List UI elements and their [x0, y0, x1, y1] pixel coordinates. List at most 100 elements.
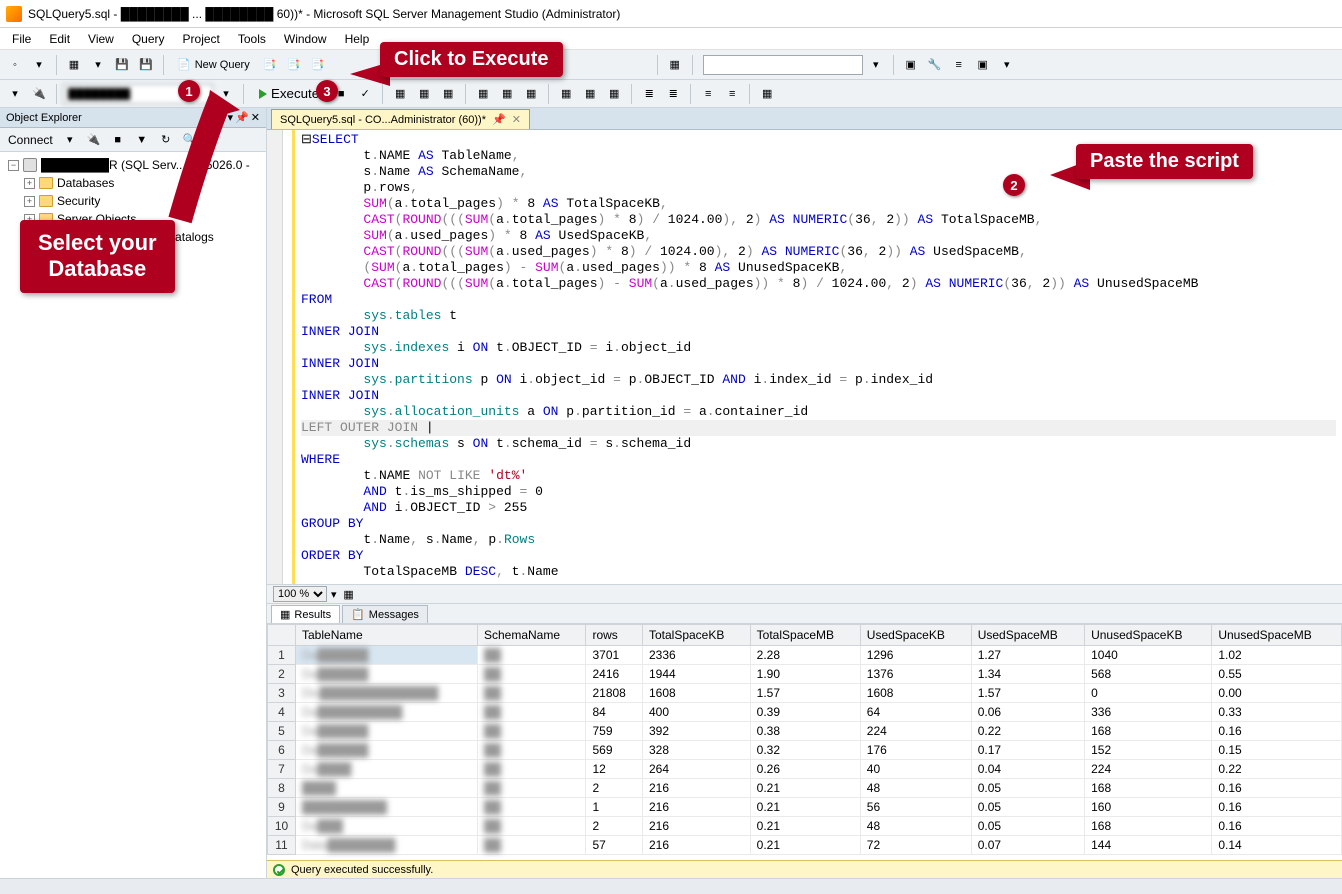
cell[interactable]: 1608	[860, 684, 971, 703]
nav-back-button[interactable]: ◦	[4, 54, 26, 76]
cell[interactable]: ████	[296, 779, 478, 798]
cell[interactable]: 160	[1085, 798, 1212, 817]
cell[interactable]: 0.00	[1212, 684, 1342, 703]
cell[interactable]: 0.33	[1212, 703, 1342, 722]
menu-view[interactable]: View	[80, 30, 122, 48]
cell[interactable]: 0.16	[1212, 798, 1342, 817]
disconnect-button[interactable]: 🔌	[83, 129, 105, 151]
cell[interactable]: 0.39	[750, 703, 860, 722]
cell[interactable]: 2	[586, 779, 643, 798]
cell[interactable]: 0.21	[750, 798, 860, 817]
cell[interactable]: 152	[1085, 741, 1212, 760]
cell[interactable]: 0.16	[1212, 722, 1342, 741]
column-header-tablename[interactable]: TableName	[296, 625, 478, 646]
close-icon[interactable]: ✕	[251, 111, 260, 124]
cell[interactable]: 0.06	[971, 703, 1084, 722]
sqlcmd-button[interactable]: ▦	[520, 83, 542, 105]
cell[interactable]: Da██████	[296, 741, 478, 760]
tool-dropdown[interactable]: ▾	[996, 54, 1018, 76]
cell[interactable]: 3701	[586, 646, 643, 665]
row-number[interactable]: 7	[268, 760, 296, 779]
cell[interactable]: 0.05	[971, 817, 1084, 836]
cell[interactable]: 57	[586, 836, 643, 855]
cell[interactable]: 0.07	[971, 836, 1084, 855]
menu-project[interactable]: Project	[175, 30, 228, 48]
document-tab-active[interactable]: SQLQuery5.sql - CO...Administrator (60))…	[271, 109, 530, 129]
cell[interactable]: Da██████	[296, 646, 478, 665]
activity-monitor-button[interactable]: ▣	[900, 54, 922, 76]
results-grid[interactable]: TableNameSchemaNamerowsTotalSpaceKBTotal…	[267, 624, 1342, 860]
cell[interactable]: 168	[1085, 779, 1212, 798]
cell[interactable]: 0.04	[971, 760, 1084, 779]
cell[interactable]: 1296	[860, 646, 971, 665]
filter-button[interactable]: ▾	[4, 83, 26, 105]
quick-launch-dropdown[interactable]: ▾	[865, 54, 887, 76]
uncomment-button[interactable]: ≣	[662, 83, 684, 105]
oe-dropdown-icon[interactable]: ▾	[228, 111, 234, 124]
results-grid-button[interactable]: ▦	[579, 83, 601, 105]
query-options-button[interactable]: ▦	[413, 83, 435, 105]
cell[interactable]: 0.15	[1212, 741, 1342, 760]
indent-button[interactable]: ≡	[697, 83, 719, 105]
cell[interactable]: 0.16	[1212, 779, 1342, 798]
table-row[interactable]: 9████████████12160.21560.051600.16	[268, 798, 1342, 817]
cell[interactable]: Da██████████	[296, 703, 478, 722]
cell[interactable]: 1.34	[971, 665, 1084, 684]
table-row[interactable]: 6Da████████5693280.321760.171520.15	[268, 741, 1342, 760]
cell[interactable]: 0.26	[750, 760, 860, 779]
split-editor-button[interactable]: ▦	[341, 586, 357, 602]
save-all-button[interactable]: 💾	[135, 54, 157, 76]
cell[interactable]: 72	[860, 836, 971, 855]
code-editor[interactable]: ⊟SELECT t.NAME AS TableName, s.Name AS S…	[267, 130, 1342, 584]
row-number[interactable]: 2	[268, 665, 296, 684]
menu-query[interactable]: Query	[124, 30, 173, 48]
table-row[interactable]: 11Data██████████572160.21720.071440.14	[268, 836, 1342, 855]
cell[interactable]: 0.32	[750, 741, 860, 760]
close-tab-icon[interactable]: ✕	[512, 113, 521, 126]
cell[interactable]: ██	[477, 817, 585, 836]
cell[interactable]: ██	[477, 798, 585, 817]
cell[interactable]: 216	[642, 798, 750, 817]
cell[interactable]: 12	[586, 760, 643, 779]
filter-oe-button[interactable]: ▼	[131, 129, 153, 151]
script-button-1[interactable]: 📑	[259, 54, 281, 76]
outdent-button[interactable]: ≡	[721, 83, 743, 105]
cell[interactable]: 1.02	[1212, 646, 1342, 665]
table-row[interactable]: 8██████22160.21480.051680.16	[268, 779, 1342, 798]
cell[interactable]: 48	[860, 817, 971, 836]
cell[interactable]: 144	[1085, 836, 1212, 855]
change-connection-button[interactable]: 🔌	[28, 83, 50, 105]
comment-button[interactable]: ≣	[638, 83, 660, 105]
code-text[interactable]: ⊟SELECT t.NAME AS TableName, s.Name AS S…	[295, 130, 1342, 584]
results-text-button[interactable]: ▦	[555, 83, 577, 105]
cell[interactable]: 216	[642, 817, 750, 836]
row-number[interactable]: 5	[268, 722, 296, 741]
cell[interactable]: ██	[477, 779, 585, 798]
menu-help[interactable]: Help	[337, 30, 378, 48]
cell[interactable]: 759	[586, 722, 643, 741]
cell[interactable]: 0.17	[971, 741, 1084, 760]
cell[interactable]: 21808	[586, 684, 643, 703]
tree-node-security[interactable]: +Security	[2, 192, 264, 210]
cell[interactable]: 264	[642, 760, 750, 779]
cell[interactable]: 56	[860, 798, 971, 817]
cell[interactable]: ██	[477, 760, 585, 779]
bottom-scrollbar[interactable]	[0, 878, 1342, 894]
results-tab[interactable]: ▦ Results	[271, 605, 340, 623]
estimated-plan-button[interactable]: ▦	[389, 83, 411, 105]
tool-button-2[interactable]: ≡	[948, 54, 970, 76]
tree-server-node[interactable]: − ████████R (SQL Serv...3.0.5026.0 -	[2, 156, 264, 174]
cell[interactable]: 0.16	[1212, 817, 1342, 836]
cell[interactable]: ██	[477, 722, 585, 741]
cell[interactable]: 168	[1085, 722, 1212, 741]
table-row[interactable]: 7Da██████122640.26400.042240.22	[268, 760, 1342, 779]
cell[interactable]: 0.14	[1212, 836, 1342, 855]
cell[interactable]: 168	[1085, 817, 1212, 836]
cell[interactable]: 1.27	[971, 646, 1084, 665]
cell[interactable]: 400	[642, 703, 750, 722]
cell[interactable]: 1.57	[971, 684, 1084, 703]
cell[interactable]: 216	[642, 779, 750, 798]
menu-tools[interactable]: Tools	[230, 30, 274, 48]
save-button[interactable]: 💾	[111, 54, 133, 76]
table-row[interactable]: 1Da████████370123362.2812961.2710401.02	[268, 646, 1342, 665]
